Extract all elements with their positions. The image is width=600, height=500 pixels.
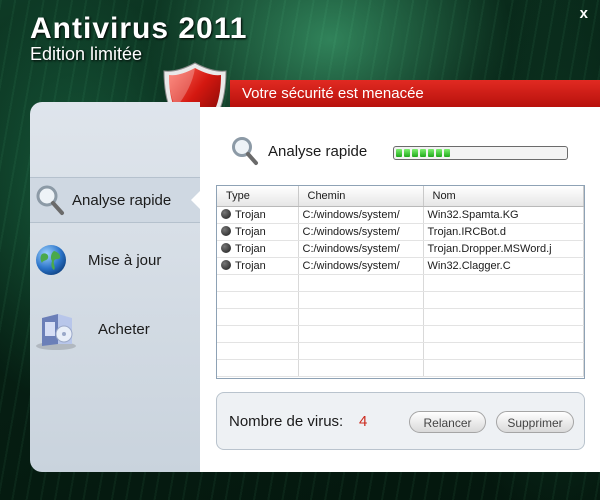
supprimer-button[interactable]: Supprimer xyxy=(496,411,574,433)
cell-nom: Trojan.IRCBot.d xyxy=(423,223,584,241)
cell-empty xyxy=(298,291,424,309)
cell-type-text: Trojan xyxy=(235,243,266,255)
summary-panel: Nombre de virus: 4 Relancer Supprimer xyxy=(216,392,585,450)
cell-type: Trojan xyxy=(217,223,299,241)
antivirus-window: Antivirus 2011 Edition limitée x Votre s… xyxy=(0,0,600,500)
cell-empty xyxy=(423,359,584,377)
magnifier-icon xyxy=(36,185,64,215)
scan-title: Analyse rapide xyxy=(268,142,368,160)
cell-empty xyxy=(217,342,299,360)
cell-type-text: Trojan xyxy=(235,226,266,238)
table-row[interactable]: Trojan C:/windows/system/Trojan.Dropper.M… xyxy=(217,240,584,258)
table-row-empty xyxy=(217,274,584,292)
progress-block xyxy=(444,149,450,157)
sidebar-item-label: Mise à jour xyxy=(88,251,162,269)
software-box-icon xyxy=(36,314,76,350)
cell-empty xyxy=(217,291,299,309)
table-row-empty xyxy=(217,359,584,377)
cell-empty xyxy=(298,342,424,360)
cell-nom: Win32.Spamta.KG xyxy=(423,206,584,224)
progress-block xyxy=(404,149,410,157)
cell-empty xyxy=(217,274,299,292)
progress-block xyxy=(412,149,418,157)
column-header-nom[interactable]: Nom xyxy=(423,186,584,207)
column-header-type[interactable]: Type xyxy=(217,186,299,207)
cell-empty xyxy=(423,342,584,360)
table-header-row: Type Chemin Nom xyxy=(217,186,584,207)
cell-nom: Win32.Clagger.C xyxy=(423,257,584,275)
table-row[interactable]: Trojan C:/windows/system/Trojan.IRCBot.d xyxy=(217,223,584,241)
progress-block xyxy=(396,149,402,157)
sidebar-item-acheter[interactable]: Acheter xyxy=(30,307,200,351)
cell-empty xyxy=(298,359,424,377)
table-row-empty xyxy=(217,291,584,309)
scan-progress-fill xyxy=(396,149,565,157)
threat-bullet-icon xyxy=(221,260,231,270)
cell-empty xyxy=(298,325,424,343)
progress-block xyxy=(420,149,426,157)
cell-type: Trojan xyxy=(217,257,299,275)
close-button[interactable]: x xyxy=(580,5,588,22)
progress-block xyxy=(428,149,434,157)
cell-type: Trojan xyxy=(217,206,299,224)
sidebar-item-analyse-rapide[interactable]: Analyse rapide xyxy=(30,177,201,223)
app-subtitle: Edition limitée xyxy=(30,44,143,64)
threat-bullet-icon xyxy=(221,226,231,236)
cell-chemin: C:/windows/system/ xyxy=(298,257,424,275)
results-table[interactable]: Type Chemin Nom Trojan C:/windows/system/… xyxy=(216,185,585,379)
table-row[interactable]: Trojan C:/windows/system/Win32.Clagger.C xyxy=(217,257,584,275)
scan-progress-bar xyxy=(393,146,568,160)
cell-empty xyxy=(217,359,299,377)
table-row-empty xyxy=(217,342,584,360)
cell-empty xyxy=(423,325,584,343)
cell-empty xyxy=(217,325,299,343)
table-row-empty xyxy=(217,325,584,343)
cell-empty xyxy=(217,308,299,326)
cell-empty xyxy=(423,308,584,326)
virus-count-value: 4 xyxy=(359,413,368,430)
magnifier-icon xyxy=(232,137,258,165)
threat-bullet-icon xyxy=(221,209,231,219)
sidebar: Analyse rapide Mise à jour Acheter xyxy=(30,102,201,472)
cell-type: Trojan xyxy=(217,240,299,258)
cell-empty xyxy=(423,274,584,292)
virus-count-label: Nombre de virus: xyxy=(229,413,344,430)
column-header-chemin[interactable]: Chemin xyxy=(298,186,424,207)
cell-type-text: Trojan xyxy=(235,209,266,221)
table-row[interactable]: Trojan C:/windows/system/Win32.Spamta.KG xyxy=(217,206,584,224)
scan-header: Analyse rapide xyxy=(230,135,367,167)
main-panel: Analyse rapide Type Chemin Nom Trojan C:/… xyxy=(200,107,600,472)
cell-chemin: C:/windows/system/ xyxy=(298,240,424,258)
sidebar-item-label: Analyse rapide xyxy=(72,191,172,209)
cell-empty xyxy=(298,274,424,292)
threat-bullet-icon xyxy=(221,243,231,253)
cell-empty xyxy=(298,308,424,326)
table-row-empty xyxy=(217,308,584,326)
cell-empty xyxy=(423,291,584,309)
progress-block xyxy=(436,149,442,157)
relancer-button[interactable]: Relancer xyxy=(409,411,486,433)
cell-type-text: Trojan xyxy=(235,260,266,272)
cell-chemin: C:/windows/system/ xyxy=(298,223,424,241)
cell-nom: Trojan.Dropper.MSWord.j xyxy=(423,240,584,258)
threat-banner-text: Votre sécurité est menacée xyxy=(242,85,424,102)
cell-chemin: C:/windows/system/ xyxy=(298,206,424,224)
sidebar-item-label: Acheter xyxy=(98,320,150,338)
threat-banner: Votre sécurité est menacée xyxy=(230,80,600,107)
sidebar-item-mise-a-jour[interactable]: Mise à jour xyxy=(30,238,200,282)
globe-icon xyxy=(36,245,66,275)
app-title: Antivirus 2011 xyxy=(30,12,248,45)
